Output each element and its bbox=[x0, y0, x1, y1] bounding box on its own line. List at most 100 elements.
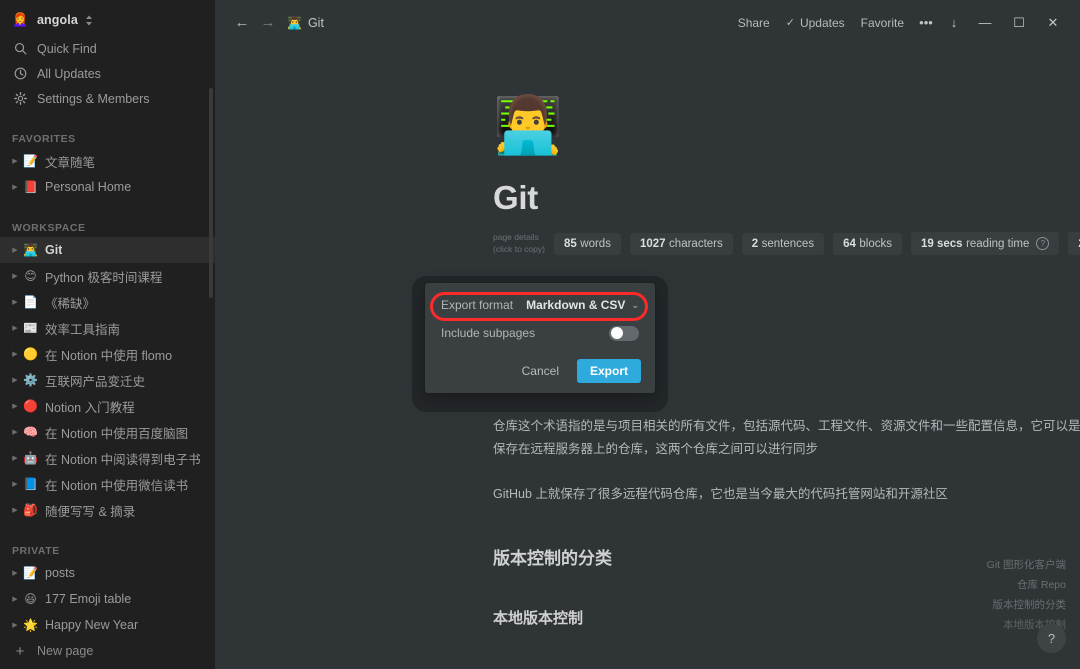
clock-icon bbox=[12, 67, 28, 80]
forward-arrow-icon[interactable]: → bbox=[255, 10, 281, 36]
chevron-right-icon[interactable]: ▶ bbox=[8, 299, 22, 306]
chip-characters[interactable]: 1027 characters bbox=[629, 232, 733, 255]
chevron-right-icon[interactable]: ▶ bbox=[8, 184, 22, 191]
page-emoji: 😃 bbox=[24, 592, 37, 606]
help-icon[interactable]: ? bbox=[1036, 237, 1050, 251]
help-button[interactable]: ? bbox=[1037, 624, 1066, 653]
chip-unit: characters bbox=[669, 237, 723, 250]
close-window-button[interactable]: ✕ bbox=[1036, 6, 1070, 40]
favorite-button[interactable]: Favorite bbox=[853, 11, 912, 35]
sidebar-page-item[interactable]: ▶ 📘 在 Notion 中使用微信读书 bbox=[0, 471, 215, 497]
sidebar-section-favorites: FAVORITES bbox=[12, 133, 76, 145]
sidebar-page-item[interactable]: ▶ 🟡 在 Notion 中使用 flomo bbox=[0, 341, 215, 367]
chevron-right-icon[interactable]: ▶ bbox=[8, 622, 22, 629]
chevron-right-icon[interactable]: ▶ bbox=[8, 158, 22, 165]
sidebar-page-item[interactable]: ▶ 📝 文章随笔 bbox=[0, 148, 215, 174]
sidebar-item-label: Notion 入门教程 bbox=[45, 400, 135, 415]
share-button[interactable]: Share bbox=[730, 11, 778, 35]
toc-item[interactable]: 版本控制的分类 bbox=[896, 595, 1067, 615]
sidebar-item-label: Git bbox=[45, 243, 63, 257]
minimize-window-button[interactable]: — bbox=[968, 6, 1002, 40]
sidebar-item-label: 在 Notion 中阅读得到电子书 bbox=[45, 452, 201, 467]
updates-label: Updates bbox=[799, 15, 845, 30]
chevron-right-icon[interactable]: ▶ bbox=[8, 273, 22, 280]
chevron-right-icon[interactable]: ▶ bbox=[8, 351, 22, 358]
chevron-right-icon[interactable]: ▶ bbox=[8, 247, 22, 254]
sidebar-page-item[interactable]: ▶ ⚙️ 互联网产品变迁史 bbox=[0, 367, 215, 393]
sidebar-item-label: Python 极客时间课程 bbox=[45, 270, 163, 285]
toc-item[interactable]: 仓库 Repo bbox=[896, 575, 1066, 595]
sidebar-item-quick-find[interactable]: Quick Find bbox=[0, 36, 215, 61]
page-emoji: ⚙️ bbox=[23, 373, 38, 387]
new-page-button[interactable]: + New page bbox=[0, 633, 215, 669]
favorite-label: Favorite bbox=[860, 15, 904, 30]
chevron-right-icon[interactable]: ▶ bbox=[8, 429, 22, 436]
toc-item[interactable]: Git 图形化客户端 bbox=[896, 555, 1066, 575]
include-subpages-row[interactable]: Include subpages bbox=[425, 319, 655, 347]
chevron-right-icon[interactable]: ▶ bbox=[8, 455, 22, 462]
page-emoji: 🌟 bbox=[23, 618, 38, 632]
chevron-right-icon[interactable]: ▶ bbox=[8, 596, 22, 603]
sidebar-scroll-area[interactable]: 👩‍🦰 angola Quick Find bbox=[0, 0, 215, 633]
paragraph-github[interactable]: GitHub 上就保存了很多远程代码仓库，它也是当今最大的代码托管网站和开源社区 bbox=[493, 483, 1080, 506]
sidebar-item-label: Settings & Members bbox=[37, 91, 150, 106]
sidebar-page-item[interactable]: ▶ 🔴 Notion 入门教程 bbox=[0, 393, 215, 419]
breadcrumb[interactable]: 👨‍💻 Git bbox=[287, 16, 324, 30]
export-button[interactable]: Export bbox=[576, 359, 641, 383]
workspace-switcher[interactable]: 👩‍🦰 angola bbox=[0, 4, 215, 36]
chevron-right-icon[interactable]: ▶ bbox=[8, 481, 22, 488]
sidebar-item-label: 在 Notion 中使用 flomo bbox=[45, 348, 173, 363]
more-options-icon[interactable]: ••• bbox=[912, 9, 940, 37]
page-emoji: 🟡 bbox=[23, 347, 38, 361]
chip-speaking-time[interactable]: 28 secs speaking time ? bbox=[1068, 232, 1080, 256]
page-icon-emoji[interactable]: 👨‍💻 bbox=[493, 97, 1080, 159]
sidebar-page-item[interactable]: ▶ 📝 posts bbox=[0, 560, 215, 586]
sidebar-scrollbar[interactable] bbox=[209, 88, 213, 298]
page-title[interactable]: Git bbox=[493, 179, 1080, 216]
sidebar-page-item[interactable]: ▶ 🤖 在 Notion 中阅读得到电子书 bbox=[0, 445, 215, 471]
sidebar-item-all-updates[interactable]: All Updates bbox=[0, 61, 215, 86]
paragraph-repo-description[interactable]: 仓库这个术语指的是与项目相关的所有文件，包括源代码、工程文件、资源文件和一些配置… bbox=[493, 415, 1080, 461]
export-format-value[interactable]: Markdown & CSV ⌄ bbox=[526, 298, 639, 312]
sidebar-page-item[interactable]: ▶ 🌟 Happy New Year bbox=[0, 612, 215, 633]
cancel-button[interactable]: Cancel bbox=[514, 359, 567, 383]
chevron-right-icon[interactable]: ▶ bbox=[8, 570, 22, 577]
page-emoji: 📘 bbox=[23, 477, 38, 491]
download-icon[interactable]: ↓ bbox=[940, 9, 968, 37]
sidebar-page-item[interactable]: ▶ 🎒 随便写写 & 摘录 bbox=[0, 497, 215, 523]
page-details-row: page details (click to copy) 85 words 10… bbox=[493, 232, 1080, 256]
chip-unit: sentences bbox=[761, 237, 815, 250]
export-format-row[interactable]: Export format Markdown & CSV ⌄ bbox=[425, 291, 655, 319]
gear-icon bbox=[12, 92, 28, 105]
updates-button[interactable]: ✓ Updates bbox=[778, 11, 853, 35]
sidebar-page-item[interactable]: ▶ 🧠 在 Notion 中使用百度脑图 bbox=[0, 419, 215, 445]
chevron-right-icon[interactable]: ▶ bbox=[8, 377, 22, 384]
sidebar-page-item[interactable]: ▶ 📕 Personal Home bbox=[0, 174, 215, 200]
chip-blocks[interactable]: 64 blocks bbox=[833, 232, 902, 255]
chevron-right-icon[interactable]: ▶ bbox=[8, 325, 22, 332]
chip-words[interactable]: 85 words bbox=[553, 232, 621, 255]
sidebar-item-label: 在 Notion 中使用百度脑图 bbox=[45, 426, 189, 441]
chevron-right-icon[interactable]: ▶ bbox=[8, 507, 22, 514]
notion-app-window: 👩‍🦰 angola Quick Find bbox=[0, 0, 1080, 669]
page-emoji: 📄 bbox=[23, 295, 38, 309]
sidebar-item-label: 互联网产品变迁史 bbox=[45, 374, 146, 389]
export-format-value-text: Markdown & CSV bbox=[526, 298, 626, 312]
sidebar-page-item[interactable]: ▶ 📰 效率工具指南 bbox=[0, 315, 215, 341]
sidebar-page-item[interactable]: ▶ 😃 177 Emoji table bbox=[0, 586, 215, 612]
maximize-window-button[interactable]: ☐ bbox=[1002, 6, 1036, 40]
back-arrow-icon[interactable]: ← bbox=[229, 10, 255, 36]
sidebar-item-settings-members[interactable]: Settings & Members bbox=[0, 86, 215, 111]
page-details-label-line2: (click to copy) bbox=[493, 243, 545, 254]
check-icon: ✓ bbox=[785, 17, 795, 29]
export-dialog: Export format Markdown & CSV ⌄ Include s… bbox=[425, 283, 655, 393]
chip-sentences[interactable]: 2 sentences bbox=[741, 232, 825, 255]
chip-reading-time[interactable]: 19 secs reading time ? bbox=[910, 232, 1060, 256]
chevron-right-icon[interactable]: ▶ bbox=[8, 403, 22, 410]
sidebar-page-item-git[interactable]: ▶ 👨‍💻 Git bbox=[0, 237, 215, 263]
sidebar-page-item[interactable]: ▶ 😊 Python 极客时间课程 bbox=[0, 263, 215, 289]
dialog-actions: Cancel Export bbox=[425, 359, 655, 383]
include-subpages-toggle[interactable] bbox=[609, 325, 639, 341]
sidebar-page-item[interactable]: ▶ 📄 《稀缺》 bbox=[0, 289, 215, 315]
search-icon bbox=[12, 42, 28, 55]
